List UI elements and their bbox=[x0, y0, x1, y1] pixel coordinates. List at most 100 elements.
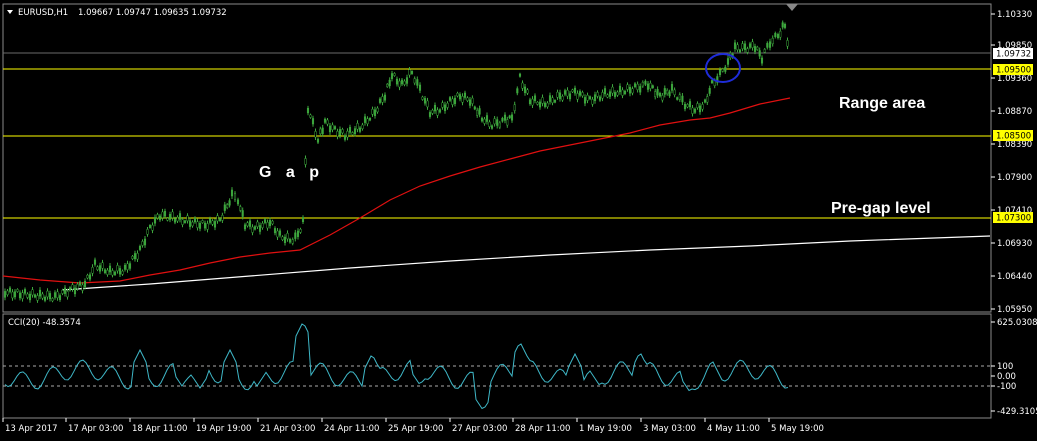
price-candle-body bbox=[98, 265, 102, 272]
level-badge-label: 1.07300 bbox=[996, 214, 1031, 224]
price-candle-body bbox=[283, 236, 287, 243]
price-candle-body bbox=[123, 264, 127, 270]
price-candle-body bbox=[81, 284, 84, 291]
price-candle-body bbox=[326, 119, 329, 125]
price-candle-body bbox=[508, 115, 511, 119]
price-candle-body bbox=[596, 92, 599, 97]
price-candle-body bbox=[456, 92, 459, 97]
price-candle-body bbox=[376, 107, 379, 113]
price-candle-body bbox=[431, 109, 434, 114]
price-candle-body bbox=[28, 293, 32, 301]
price-candle-body bbox=[781, 22, 784, 28]
price-candle-body bbox=[48, 293, 52, 300]
price-candle-body bbox=[251, 226, 254, 233]
price-candle-body bbox=[113, 271, 117, 275]
time-tick-label: 4 May 11:00 bbox=[707, 424, 760, 434]
price-candle-body bbox=[316, 138, 320, 143]
price-candle-body bbox=[51, 298, 54, 302]
price-candle-body bbox=[668, 91, 671, 97]
price-candle-body bbox=[661, 95, 664, 101]
price-candle-body bbox=[141, 241, 144, 246]
price-candle-body bbox=[611, 86, 614, 94]
price-candle-body bbox=[593, 94, 597, 101]
price-candle-body bbox=[299, 229, 302, 233]
price-candle-body bbox=[676, 97, 679, 100]
price-candle-body bbox=[36, 295, 39, 301]
price-candle-body bbox=[256, 221, 259, 227]
price-candle-body bbox=[658, 92, 662, 97]
price-candle-body bbox=[581, 92, 584, 97]
price-candle-body bbox=[106, 269, 109, 275]
chart-shift-marker-icon[interactable] bbox=[786, 4, 798, 11]
price-candle-body bbox=[556, 91, 559, 98]
price-candle-body bbox=[498, 122, 501, 128]
price-candle-body bbox=[763, 49, 766, 53]
price-candle-body bbox=[708, 87, 711, 94]
chart-frame[interactable]: EURUSD,H1 1.09667 1.09747 1.09635 1.0973… bbox=[0, 0, 1037, 441]
price-candle-body bbox=[586, 94, 589, 101]
price-candle-body bbox=[644, 80, 647, 85]
price-candle-body bbox=[168, 214, 172, 220]
price-candle-body bbox=[258, 225, 262, 232]
price-candle-body bbox=[613, 92, 617, 97]
price-candle-body bbox=[483, 118, 486, 124]
time-tick-label: 25 Apr 19:00 bbox=[388, 424, 443, 434]
level-badge-label: 1.08500 bbox=[996, 132, 1031, 142]
price-candle-body bbox=[510, 114, 514, 121]
cci-tick-label: -100 bbox=[997, 382, 1016, 392]
price-candle-body bbox=[8, 287, 12, 292]
price-candle-body bbox=[766, 43, 769, 48]
price-candle-body bbox=[553, 99, 557, 103]
price-candle-body bbox=[183, 220, 187, 223]
price-candle-body bbox=[111, 270, 114, 276]
price-candle-body bbox=[166, 217, 169, 221]
price-candle-body bbox=[538, 101, 542, 108]
menu-triangle-icon[interactable] bbox=[7, 10, 13, 14]
price-candle-body bbox=[361, 124, 364, 129]
price-candle-body bbox=[526, 89, 529, 94]
price-candle-body bbox=[253, 226, 257, 230]
price-candle-body bbox=[351, 132, 354, 135]
price-candle-body bbox=[493, 118, 496, 125]
price-candle-body bbox=[294, 232, 297, 239]
price-tick-label: 1.10330 bbox=[997, 10, 1032, 20]
price-candle-body bbox=[473, 106, 476, 110]
price-candle-body bbox=[43, 296, 47, 301]
price-candle-body bbox=[578, 91, 582, 96]
cci-axis[interactable]: 625.0308 100 0.00 -100 -429.3105 bbox=[991, 318, 1037, 417]
price-candle-body bbox=[76, 283, 79, 289]
price-candle-body bbox=[11, 291, 14, 299]
price-candle-body bbox=[736, 44, 739, 51]
price-candle-body bbox=[649, 82, 652, 89]
price-candle-body bbox=[236, 199, 240, 205]
price-candle-body bbox=[78, 281, 82, 286]
price-candle-body bbox=[561, 96, 564, 101]
price-candle-body bbox=[193, 217, 197, 223]
price-candle-body bbox=[623, 90, 627, 95]
price-candle-body bbox=[686, 104, 689, 108]
time-axis[interactable]: 13 Apr 2017 17 Apr 03:00 18 Apr 11:00 19… bbox=[2, 418, 824, 434]
price-candle-body bbox=[348, 127, 352, 133]
price-candle-body bbox=[688, 101, 692, 108]
price-candle-body bbox=[116, 265, 119, 272]
price-candle-body bbox=[398, 80, 401, 88]
price-candle-body bbox=[548, 95, 552, 102]
time-tick-label: 24 Apr 11:00 bbox=[324, 424, 379, 434]
white-moving-average bbox=[61, 235, 991, 291]
price-candle-body bbox=[408, 69, 411, 76]
price-candle-body bbox=[288, 238, 292, 243]
price-candle-body bbox=[336, 131, 339, 137]
price-candle-body bbox=[463, 92, 467, 98]
price-candle-body bbox=[6, 290, 9, 295]
level-badge-label: 1.09500 bbox=[996, 66, 1031, 76]
price-candle-body bbox=[513, 104, 516, 111]
price-candle-body bbox=[418, 84, 422, 91]
price-candle-body bbox=[13, 291, 17, 298]
price-tick-label: 1.06440 bbox=[997, 272, 1032, 282]
price-candle-body bbox=[61, 290, 64, 294]
red-moving-average bbox=[2, 97, 791, 284]
price-candle-body bbox=[485, 115, 489, 122]
price-candle-body bbox=[395, 78, 399, 85]
price-candle-body bbox=[198, 223, 202, 229]
price-candle-body bbox=[721, 68, 724, 72]
